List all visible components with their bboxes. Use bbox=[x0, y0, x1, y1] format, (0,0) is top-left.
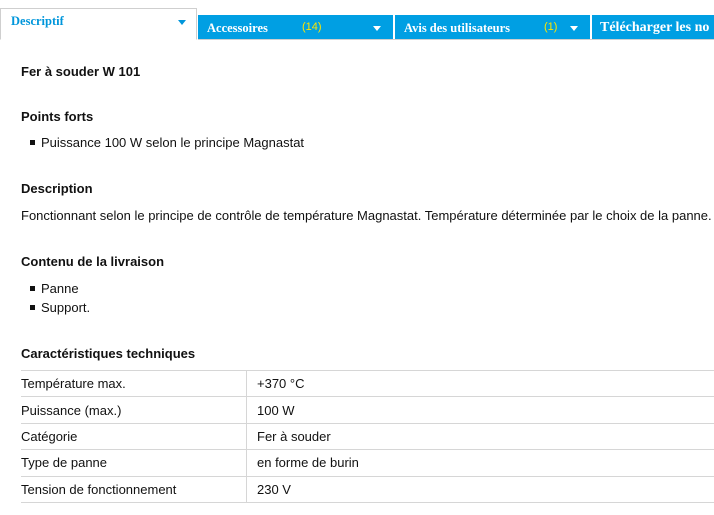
table-row: Tension de fonctionnement 230 V bbox=[21, 475, 714, 503]
section-heading-highlights: Points forts bbox=[21, 109, 94, 124]
tab-bar: Descriptif Accessoires (14) Avis des uti… bbox=[0, 0, 714, 40]
specs-table: Température max. +370 °C Puissance (max.… bbox=[21, 369, 714, 503]
tab-label: Descriptif bbox=[11, 14, 64, 28]
spec-key: Puissance (max.) bbox=[21, 396, 247, 424]
spec-key: Type de panne bbox=[21, 449, 247, 477]
product-title: Fer à souder W 101 bbox=[21, 64, 141, 79]
table-row: Catégorie Fer à souder bbox=[21, 422, 714, 451]
section-heading-specs: Caractéristiques techniques bbox=[21, 346, 196, 361]
table-row: Type de panne en forme de burin bbox=[21, 449, 714, 477]
chevron-down-icon bbox=[570, 26, 578, 31]
delivery-list: Panne Support. bbox=[21, 279, 90, 317]
table-row: Température max. +370 °C bbox=[21, 369, 714, 398]
tab-label: Accessoires bbox=[207, 21, 268, 35]
spec-key: Catégorie bbox=[21, 422, 247, 451]
spec-key: Température max. bbox=[21, 369, 247, 398]
spec-value: 230 V bbox=[246, 475, 714, 503]
spec-value: Fer à souder bbox=[246, 422, 714, 451]
tab-count-badge: (14) bbox=[302, 21, 322, 33]
spec-value: en forme de burin bbox=[246, 449, 714, 477]
tab-label: Avis des utilisateurs bbox=[404, 21, 511, 35]
description-text: Fonctionnant selon le principe de contrô… bbox=[21, 208, 712, 223]
list-item: Support. bbox=[21, 298, 90, 317]
chevron-down-icon bbox=[178, 20, 186, 25]
section-heading-description: Description bbox=[21, 181, 93, 196]
chevron-down-icon bbox=[373, 26, 381, 31]
spec-value: +370 °C bbox=[246, 369, 714, 398]
spec-key: Tension de fonctionnement bbox=[21, 475, 247, 503]
highlights-list: Puissance 100 W selon le principe Magnas… bbox=[21, 133, 304, 152]
tab-descriptif[interactable]: Descriptif bbox=[0, 8, 197, 40]
tab-telecharger[interactable]: Télécharger les no bbox=[592, 15, 714, 40]
list-item: Puissance 100 W selon le principe Magnas… bbox=[21, 133, 304, 152]
tab-accessoires[interactable]: Accessoires (14) bbox=[198, 15, 393, 40]
tab-avis-utilisateurs[interactable]: Avis des utilisateurs (1) bbox=[395, 15, 590, 40]
section-heading-delivery: Contenu de la livraison bbox=[21, 254, 165, 269]
spec-value: 100 W bbox=[246, 396, 714, 424]
tab-count-badge: (1) bbox=[544, 21, 558, 33]
list-item: Panne bbox=[21, 279, 90, 298]
tab-bar-divider bbox=[198, 39, 714, 40]
table-row: Puissance (max.) 100 W bbox=[21, 396, 714, 424]
tab-label: Télécharger les no bbox=[600, 20, 710, 35]
